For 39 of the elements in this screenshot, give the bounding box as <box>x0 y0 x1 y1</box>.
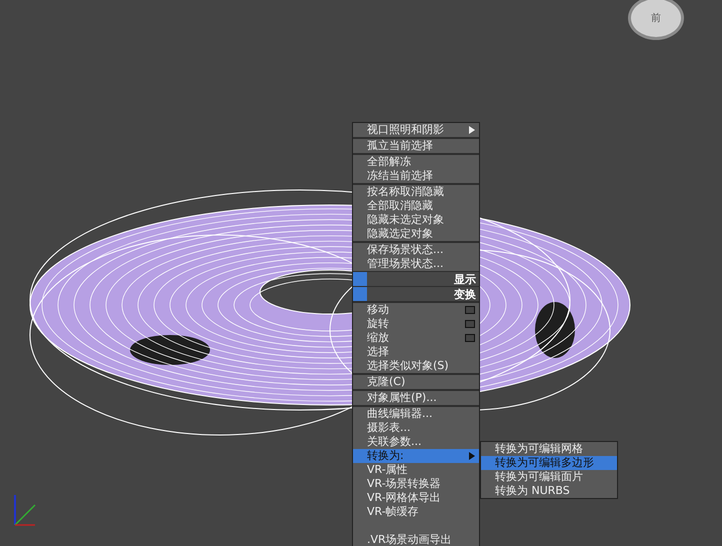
menu-item[interactable]: 转换为 NURBS <box>481 484 617 498</box>
menu-item[interactable]: 转换为: <box>353 449 479 463</box>
menu-item[interactable]: 移动 <box>353 303 479 317</box>
menu-item[interactable]: VR-属性 <box>353 463 479 477</box>
quad-header[interactable]: 显示 <box>353 271 479 286</box>
menu-item[interactable]: VR-场景转换器 <box>353 477 479 491</box>
menu-item[interactable]: .VR场景动画导出 <box>353 533 479 546</box>
menu-item[interactable]: 全部取消隐藏 <box>353 199 479 213</box>
menu-item[interactable]: VR-帧缓存 <box>353 505 479 519</box>
menu-item[interactable]: 曲线编辑器... <box>353 407 479 421</box>
menu-item[interactable]: 按名称取消隐藏 <box>353 185 479 199</box>
menu-item[interactable]: 隐藏未选定对象 <box>353 213 479 227</box>
menu-item[interactable]: VR-网格体导出 <box>353 491 479 505</box>
menu-item[interactable]: 对象属性(P)... <box>353 391 479 405</box>
menu-item[interactable]: 保存场景状态... <box>353 243 479 257</box>
menu-item[interactable]: 全部解冻 <box>353 155 479 169</box>
menu-item[interactable]: 关联参数... <box>353 435 479 449</box>
menu-item[interactable]: 选择 <box>353 345 479 359</box>
menu-item[interactable]: 隐藏选定对象 <box>353 227 479 241</box>
settings-box-icon[interactable] <box>465 320 475 328</box>
menu-item[interactable]: 缩放 <box>353 331 479 345</box>
settings-box-icon[interactable] <box>465 334 475 342</box>
menu-item[interactable]: 旋转 <box>353 317 479 331</box>
quad-header[interactable]: 变换 <box>353 286 479 301</box>
viewcube[interactable]: 前 <box>628 0 684 40</box>
menu-item[interactable]: 转换为可编辑多边形 <box>481 456 617 470</box>
menu-item[interactable]: 转换为可编辑网格 <box>481 442 617 456</box>
menu-item[interactable]: 转换为可编辑面片 <box>481 470 617 484</box>
submenu-arrow-icon <box>469 452 475 460</box>
submenu-arrow-icon <box>469 126 475 134</box>
menu-item[interactable]: 视口照明和阴影 <box>353 123 479 137</box>
menu-item[interactable]: 孤立当前选择 <box>353 139 479 153</box>
settings-box-icon[interactable] <box>465 306 475 314</box>
menu-item[interactable]: 摄影表... <box>353 421 479 435</box>
menu-item[interactable]: 选择类似对象(S) <box>353 359 479 373</box>
menu-item[interactable]: 克隆(C) <box>353 375 479 389</box>
menu-item[interactable]: 管理场景状态... <box>353 257 479 271</box>
viewcube-label: 前 <box>651 12 661 25</box>
menu-item[interactable]: 冻结当前选择 <box>353 169 479 183</box>
